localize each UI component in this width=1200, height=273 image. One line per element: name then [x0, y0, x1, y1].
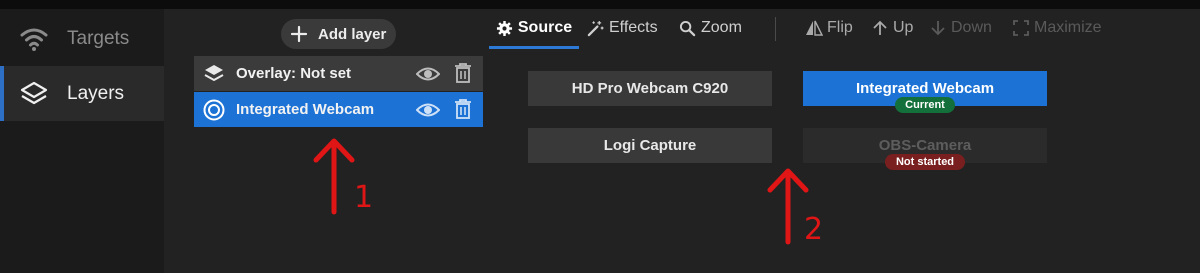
tab-source[interactable]: Source — [489, 9, 579, 49]
tab-label: Effects — [609, 19, 658, 36]
eye-icon[interactable] — [416, 64, 440, 84]
camera-label: HD Pro Webcam C920 — [571, 80, 729, 97]
tab-bar: Source Effects Zoom Flip Up Down Maximiz… — [489, 9, 1200, 49]
status-badge-not-started: Not started — [885, 154, 965, 170]
camera-label: Logi Capture — [603, 137, 697, 154]
flip-icon — [806, 20, 823, 36]
sidebar-item-layers[interactable]: Layers — [0, 66, 164, 121]
status-badge-current: Current — [895, 97, 955, 113]
layer-row-overlay[interactable]: Overlay: Not set — [194, 56, 483, 91]
maximize-button[interactable]: Maximize — [1012, 9, 1102, 47]
sidebar-nav: Targets Layers — [0, 9, 164, 273]
sidebar-item-label: Targets — [67, 27, 130, 49]
top-strip — [0, 0, 1200, 9]
add-layer-label: Add layer — [318, 25, 387, 43]
annotation-number-2: 2 — [804, 212, 824, 247]
camera-label: OBS-Camera — [878, 137, 972, 154]
tab-label: Source — [517, 19, 573, 36]
arrow-down-icon — [931, 21, 945, 36]
sidebar-item-targets[interactable]: Targets — [0, 11, 164, 66]
trash-icon[interactable] — [453, 98, 473, 120]
source-panel: Source Effects Zoom Flip Up Down Maximiz… — [489, 9, 1200, 273]
sidebar-item-label: Layers — [67, 82, 125, 104]
layers-icon — [204, 65, 224, 81]
webcam-icon — [203, 99, 225, 121]
move-down-button[interactable]: Down — [929, 9, 992, 47]
layer-row-webcam[interactable]: Integrated Webcam — [194, 92, 483, 127]
magic-wand-icon — [587, 20, 604, 36]
annotation-arrow-1 — [313, 138, 355, 215]
flip-button[interactable]: Flip — [805, 9, 853, 47]
camera-label: Integrated Webcam — [855, 80, 995, 97]
camera-logi-capture[interactable]: Logi Capture — [528, 128, 772, 163]
annotation-number-1: 1 — [354, 180, 374, 215]
tab-effects[interactable]: Effects — [587, 9, 658, 47]
arrow-up-icon — [873, 20, 887, 35]
layers-icon — [20, 81, 48, 105]
tab-zoom[interactable]: Zoom — [679, 9, 742, 47]
wifi-icon — [20, 28, 48, 51]
toolbar-divider — [775, 17, 776, 41]
trash-icon[interactable] — [453, 62, 473, 84]
tab-label: Zoom — [701, 19, 742, 36]
tool-label: Flip — [827, 19, 853, 36]
tool-label: Maximize — [1034, 19, 1102, 36]
gear-icon — [496, 20, 512, 36]
tool-label: Up — [893, 19, 914, 36]
active-indicator — [0, 66, 4, 121]
layer-name: Integrated Webcam — [236, 101, 375, 118]
tool-label: Down — [951, 19, 992, 36]
search-icon — [679, 20, 696, 36]
plus-icon — [290, 25, 308, 43]
layer-name: Overlay: Not set — [236, 65, 352, 82]
move-up-button[interactable]: Up — [871, 9, 913, 47]
maximize-icon — [1013, 20, 1029, 36]
add-layer-button[interactable]: Add layer — [281, 19, 396, 49]
camera-hd-pro-c920[interactable]: HD Pro Webcam C920 — [528, 71, 772, 106]
active-tab-underline — [489, 46, 579, 49]
eye-icon[interactable] — [416, 100, 440, 120]
